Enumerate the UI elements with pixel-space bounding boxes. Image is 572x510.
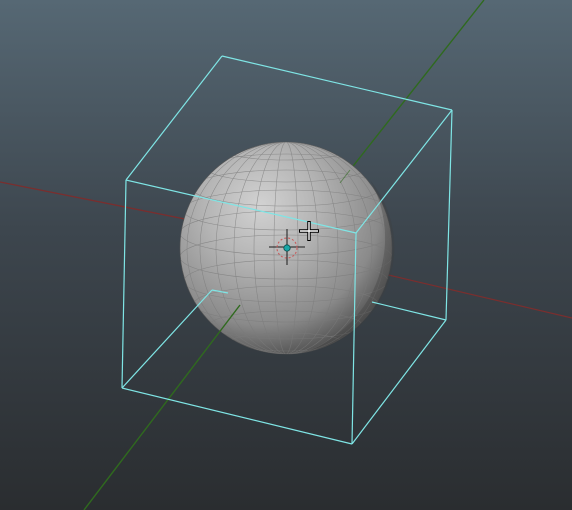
viewport-canvas[interactable] — [0, 0, 572, 510]
3d-viewport[interactable] — [0, 0, 572, 510]
